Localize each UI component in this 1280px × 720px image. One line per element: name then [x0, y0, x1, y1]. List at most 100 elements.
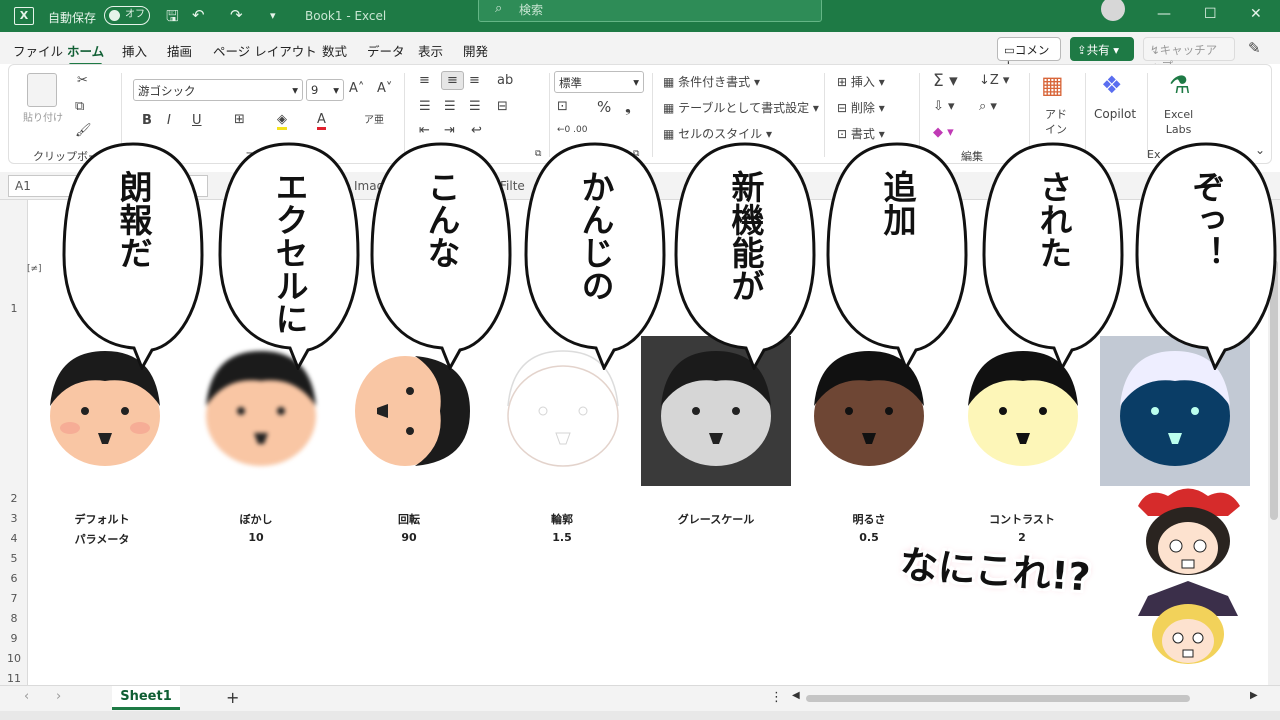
- currency-icon[interactable]: ⊡: [557, 99, 568, 114]
- font-size-select[interactable]: 9 ▾: [306, 79, 344, 101]
- tab-file[interactable]: ファイル: [13, 41, 63, 60]
- cell-r3[interactable]: 輪郭: [502, 511, 622, 527]
- font-color-icon[interactable]: A: [317, 112, 326, 130]
- redo-icon[interactable]: ↷: [230, 6, 243, 24]
- autosum-icon[interactable]: Σ ▾: [933, 71, 958, 91]
- ribbon-tabs: ファイル ホーム 挿入 描画 ページ レイアウト 数式 データ 表示 開発 ▭コ…: [0, 32, 1280, 73]
- row-header[interactable]: 1: [0, 302, 28, 315]
- row-header[interactable]: 10: [0, 652, 28, 665]
- feedback-icon[interactable]: ✎: [1248, 39, 1261, 57]
- fill-color-icon[interactable]: ◈: [277, 112, 287, 130]
- next-sheet-icon[interactable]: ›: [56, 689, 61, 704]
- status-bar: [0, 711, 1280, 720]
- wrap-text-icon[interactable]: ↩: [471, 123, 482, 138]
- cell-r3[interactable]: グレースケール: [656, 511, 776, 527]
- sort-filter-icon[interactable]: ↓Z ▾: [979, 73, 1009, 88]
- tab-insert[interactable]: 挿入: [122, 41, 147, 60]
- align-middle-icon[interactable]: ≡: [441, 71, 464, 90]
- align-bottom-icon[interactable]: ≡: [469, 73, 480, 88]
- catchup-button[interactable]: ↯キャッチアップ: [1143, 37, 1235, 73]
- borders-icon[interactable]: ⊞: [234, 112, 245, 127]
- cell-r3[interactable]: コントラスト: [962, 511, 1082, 527]
- comment-button[interactable]: ▭コメント: [997, 37, 1061, 73]
- add-sheet-button[interactable]: +: [226, 688, 239, 707]
- align-left-icon[interactable]: ☰: [419, 99, 431, 114]
- autosave-toggle[interactable]: オフ: [104, 6, 150, 25]
- tab-view[interactable]: 表示: [418, 41, 443, 60]
- share-button[interactable]: ⇪共有 ▾: [1070, 37, 1134, 61]
- row-header[interactable]: 5: [0, 552, 28, 565]
- excel-labs-icon[interactable]: ⚗: [1169, 71, 1191, 99]
- cell-r4[interactable]: 1.5: [502, 531, 622, 544]
- clear-icon[interactable]: ◆ ▾: [933, 125, 954, 140]
- underline-icon[interactable]: U: [192, 113, 202, 128]
- copilot-icon[interactable]: ❖: [1101, 71, 1123, 99]
- sheet-tab[interactable]: Sheet1: [112, 686, 180, 710]
- tab-home[interactable]: ホーム: [67, 41, 104, 66]
- align-top-icon[interactable]: ≡: [419, 73, 430, 88]
- cell-r4[interactable]: 90: [349, 531, 469, 544]
- align-right-icon[interactable]: ☰: [469, 99, 481, 114]
- align-center-icon[interactable]: ☰: [444, 99, 456, 114]
- row-header[interactable]: 8: [0, 612, 28, 625]
- avatar[interactable]: [1101, 0, 1125, 21]
- save-icon[interactable]: 🖫: [166, 6, 179, 31]
- horizontal-scroll-thumb[interactable]: [806, 695, 1190, 702]
- paste-icon[interactable]: [27, 73, 57, 107]
- bold-icon[interactable]: B: [142, 113, 152, 128]
- format-painter-icon[interactable]: 🖌: [75, 123, 92, 138]
- font-name-select[interactable]: 游ゴシック ▾: [133, 79, 303, 101]
- speech-bubble: エクセルに: [218, 140, 360, 370]
- increase-font-icon[interactable]: A˄: [349, 81, 364, 96]
- number-format-select[interactable]: 標準 ▾: [554, 71, 644, 93]
- tab-data[interactable]: データ: [367, 41, 405, 60]
- row-header[interactable]: 4: [0, 532, 28, 545]
- cut-icon[interactable]: ✂: [77, 73, 88, 88]
- search-box[interactable]: ⌕ 検索: [478, 0, 822, 22]
- row-header[interactable]: 7: [0, 592, 28, 605]
- row-header[interactable]: 2: [0, 492, 28, 505]
- scroll-left-icon[interactable]: ◀: [792, 690, 800, 701]
- row-header[interactable]: 9: [0, 632, 28, 645]
- insert-cells-button[interactable]: ⊞ 挿入 ▾: [837, 73, 885, 90]
- addin-icon[interactable]: ▦: [1041, 71, 1064, 99]
- find-icon[interactable]: ⌕ ▾: [979, 99, 997, 114]
- tab-formulas[interactable]: 数式: [322, 41, 347, 60]
- orientation-icon[interactable]: ab: [497, 73, 513, 88]
- row-header[interactable]: 3: [0, 512, 28, 525]
- increase-decimal-icon[interactable]: ←0 .00: [557, 125, 587, 135]
- row-header[interactable]: 6: [0, 572, 28, 585]
- increase-indent-icon[interactable]: ⇥: [444, 123, 455, 138]
- format-as-table-button[interactable]: ▦ テーブルとして書式設定 ▾: [663, 99, 819, 116]
- fill-icon[interactable]: ⇩ ▾: [933, 99, 955, 114]
- more-options-icon[interactable]: ⋮: [770, 690, 783, 705]
- cell-r3[interactable]: 明るさ: [809, 511, 929, 527]
- cell-r4[interactable]: パラメータ: [42, 531, 162, 547]
- tab-draw[interactable]: 描画: [167, 41, 192, 60]
- phonetic-icon[interactable]: ア亜: [364, 111, 384, 126]
- maximize-icon[interactable]: ☐: [1204, 6, 1217, 22]
- prev-sheet-icon[interactable]: ‹: [24, 689, 29, 704]
- copy-icon[interactable]: ⧉: [75, 99, 84, 114]
- tab-developer[interactable]: 開発: [463, 41, 488, 60]
- customize-qat-icon[interactable]: ▾: [270, 9, 276, 22]
- delete-cells-button[interactable]: ⊟ 削除 ▾: [837, 99, 885, 116]
- minimize-icon[interactable]: —: [1157, 6, 1171, 22]
- close-icon[interactable]: ✕: [1250, 6, 1262, 22]
- decrease-indent-icon[interactable]: ⇤: [419, 123, 430, 138]
- cell-r3[interactable]: ぼかし: [196, 511, 316, 527]
- cell-r4[interactable]: 10: [196, 531, 316, 544]
- cell-r3[interactable]: デフォルト: [42, 511, 162, 527]
- row-header[interactable]: 11: [0, 672, 28, 685]
- decrease-font-icon[interactable]: A˅: [377, 81, 392, 96]
- italic-icon[interactable]: I: [167, 113, 171, 128]
- comma-icon[interactable]: ❟: [625, 98, 631, 116]
- conditional-format-button[interactable]: ▦ 条件付き書式 ▾: [663, 73, 760, 90]
- undo-icon[interactable]: ↶: [192, 6, 205, 24]
- tab-page-layout[interactable]: ページ レイアウト: [213, 41, 317, 60]
- merge-icon[interactable]: ⊟: [497, 99, 508, 114]
- percent-icon[interactable]: %: [597, 98, 611, 116]
- scroll-right-icon[interactable]: ▶: [1250, 690, 1258, 701]
- cell-r3[interactable]: 回転: [349, 511, 469, 527]
- search-icon: ⌕: [495, 1, 503, 16]
